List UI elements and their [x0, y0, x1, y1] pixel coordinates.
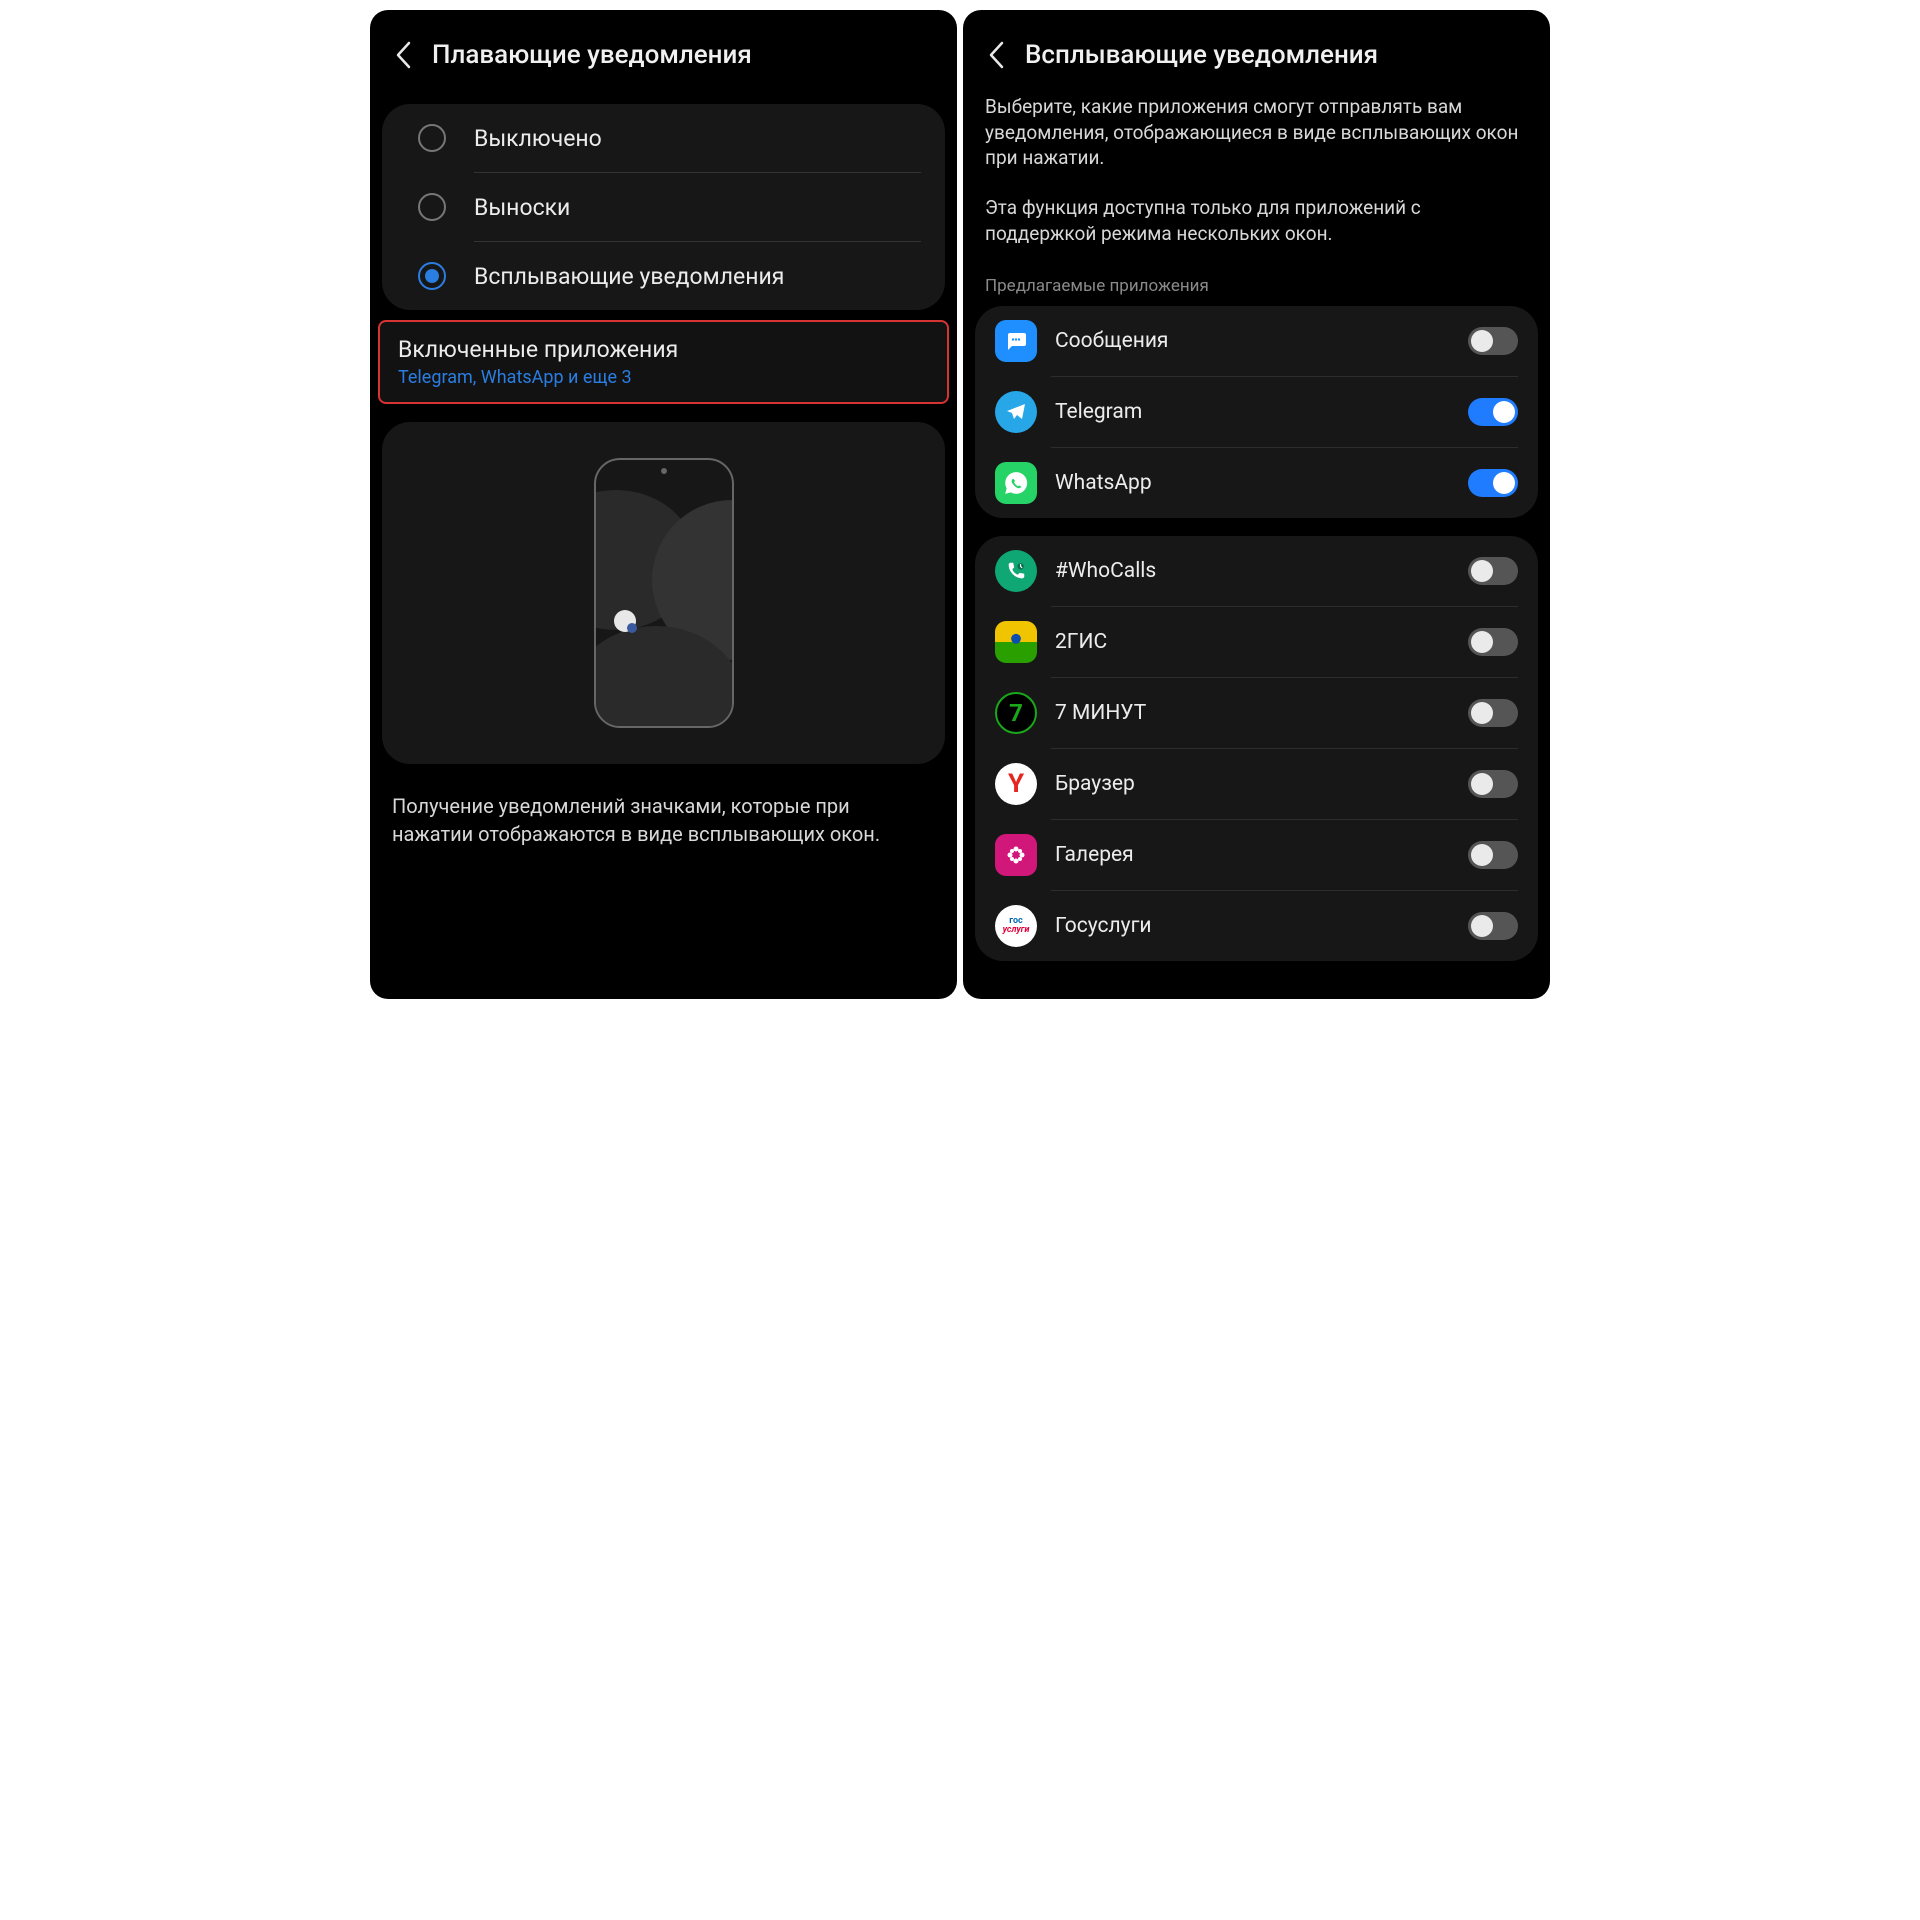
whocalls-icon — [995, 550, 1037, 592]
app-row-7min[interactable]: 7 7 МИНУТ — [975, 678, 1538, 748]
suggested-apps-card: Сообщения Telegram WhatsApp — [975, 306, 1538, 518]
all-apps-card: #WhoCalls 2ГИС 7 7 МИНУТ Y Браузер — [975, 536, 1538, 961]
screen-floating-notifications: Плавающие уведомления Выключено Выноски … — [370, 10, 957, 999]
radio-icon — [418, 124, 446, 152]
header: Всплывающие уведомления — [963, 10, 1550, 94]
2gis-icon — [995, 621, 1037, 663]
app-row-messages[interactable]: Сообщения — [975, 306, 1538, 376]
page-title: Всплывающие уведомления — [1025, 40, 1378, 70]
app-name-label: Telegram — [1055, 400, 1450, 424]
app-row-gallery[interactable]: Галерея — [975, 820, 1538, 890]
radio-option-popup[interactable]: Всплывающие уведомления — [382, 242, 945, 310]
suggested-apps-label: Предлагаемые приложения — [963, 256, 1550, 306]
gosuslugi-icon: госуслуги — [995, 905, 1037, 947]
radio-label: Всплывающие уведомления — [474, 263, 784, 290]
radio-icon-selected — [418, 262, 446, 290]
app-row-browser[interactable]: Y Браузер — [975, 749, 1538, 819]
radio-option-off[interactable]: Выключено — [382, 104, 945, 172]
app-name-label: 7 МИНУТ — [1055, 701, 1450, 725]
app-name-label: WhatsApp — [1055, 471, 1450, 495]
toggle-switch[interactable] — [1468, 841, 1518, 869]
toggle-switch[interactable] — [1468, 628, 1518, 656]
toggle-switch[interactable] — [1468, 699, 1518, 727]
radio-label: Выноски — [474, 194, 570, 221]
phone-preview-icon — [594, 458, 734, 728]
gallery-icon — [995, 834, 1037, 876]
telegram-icon — [995, 391, 1037, 433]
app-name-label: #WhoCalls — [1055, 559, 1450, 583]
info-paragraph-1: Выберите, какие приложения смогут отправ… — [963, 94, 1550, 181]
toggle-switch[interactable] — [1468, 770, 1518, 798]
app-name-label: Госуслуги — [1055, 914, 1450, 938]
app-name-label: Браузер — [1055, 772, 1450, 796]
app-row-gosuslugi[interactable]: госуслуги Госуслуги — [975, 891, 1538, 961]
radio-option-bubbles[interactable]: Выноски — [382, 173, 945, 241]
toggle-switch[interactable] — [1468, 912, 1518, 940]
radio-group-card: Выключено Выноски Всплывающие уведомлени… — [382, 104, 945, 310]
toggle-switch[interactable] — [1468, 557, 1518, 585]
whatsapp-icon — [995, 462, 1037, 504]
app-row-2gis[interactable]: 2ГИС — [975, 607, 1538, 677]
header: Плавающие уведомления — [370, 10, 957, 94]
screen-popup-notifications: Всплывающие уведомления Выберите, какие … — [963, 10, 1550, 999]
app-name-label: 2ГИС — [1055, 630, 1450, 654]
back-icon[interactable] — [985, 44, 1007, 66]
preview-card — [382, 422, 945, 764]
yandex-browser-icon: Y — [995, 763, 1037, 805]
toggle-switch[interactable] — [1468, 327, 1518, 355]
enabled-apps-title: Включенные приложения — [398, 336, 929, 363]
notification-bubble-icon — [614, 610, 636, 632]
enabled-apps-row[interactable]: Включенные приложения Telegram, WhatsApp… — [378, 320, 949, 404]
back-icon[interactable] — [392, 44, 414, 66]
app-row-telegram[interactable]: Telegram — [975, 377, 1538, 447]
toggle-switch[interactable] — [1468, 398, 1518, 426]
7min-icon: 7 — [995, 692, 1037, 734]
messages-icon — [995, 320, 1037, 362]
radio-label: Выключено — [474, 125, 602, 152]
toggle-switch[interactable] — [1468, 469, 1518, 497]
app-name-label: Сообщения — [1055, 329, 1450, 353]
description-text: Получение уведомлений значками, которые … — [370, 782, 957, 858]
enabled-apps-subtitle: Telegram, WhatsApp и еще 3 — [398, 367, 929, 388]
app-row-whatsapp[interactable]: WhatsApp — [975, 448, 1538, 518]
info-paragraph-2: Эта функция доступна только для приложен… — [963, 181, 1550, 256]
radio-icon — [418, 193, 446, 221]
app-row-whocalls[interactable]: #WhoCalls — [975, 536, 1538, 606]
app-name-label: Галерея — [1055, 843, 1450, 867]
page-title: Плавающие уведомления — [432, 40, 752, 70]
